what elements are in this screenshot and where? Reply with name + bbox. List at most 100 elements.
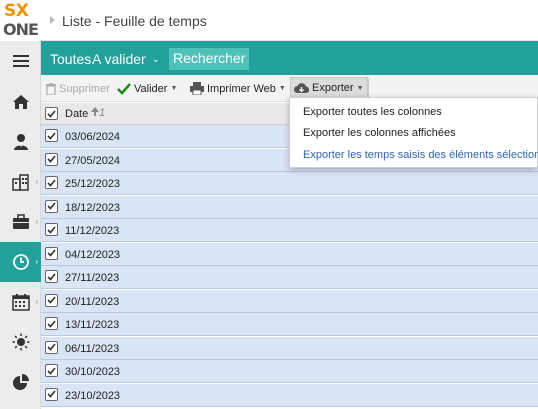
- menu-item-export-selected-times[interactable]: Exporter les temps saisis des éléments s…: [303, 149, 538, 161]
- row-checkbox[interactable]: [45, 199, 58, 213]
- table-row[interactable]: 11/12/2023: [41, 219, 538, 242]
- table-row[interactable]: 04/12/2023: [41, 242, 538, 266]
- sort-asc-indicator[interactable]: 1: [91, 107, 105, 119]
- table-row[interactable]: 18/12/2023: [41, 195, 538, 219]
- row-checkbox[interactable]: [45, 364, 58, 377]
- date-cell: 20/11/2023: [65, 295, 120, 308]
- date-cell: 30/10/2023: [65, 366, 121, 378]
- validate-label: Valider: [134, 82, 168, 95]
- sidebar-menu-toggle[interactable]: [0, 41, 41, 81]
- date-cell: 25/12/2023: [65, 178, 121, 190]
- table-row[interactable]: 25/12/2023: [41, 172, 538, 195]
- select-all-checkbox[interactable]: [45, 107, 58, 120]
- column-header-date[interactable]: Date: [65, 108, 88, 120]
- date-cell: 27/11/2023: [65, 272, 120, 284]
- calendar-icon: [11, 294, 30, 311]
- checkmark-icon: [47, 178, 56, 187]
- row-checkbox[interactable]: [45, 293, 58, 307]
- checkmark-icon: [47, 109, 56, 118]
- checkmark-icon: [47, 225, 56, 234]
- chevron-right-icon: ›: [35, 257, 38, 266]
- toolbar-divider: [368, 79, 369, 98]
- checkmark-icon: [47, 343, 56, 351]
- row-checkbox[interactable]: [45, 387, 58, 401]
- checkmark-icon: [47, 249, 56, 257]
- app-logo[interactable]: SX ONE: [0, 0, 41, 41]
- app-window: SX ONE › › › › Liste - Feuille de temps …: [0, 0, 538, 409]
- row-checkbox[interactable]: [45, 176, 58, 189]
- menu-item-export-displayed-columns[interactable]: Exporter les colonnes affichées: [303, 127, 456, 139]
- sidebar-item-buildings[interactable]: ›: [0, 162, 41, 202]
- sidebar-item-home[interactable]: [0, 82, 41, 122]
- chevron-right-icon: ›: [35, 177, 38, 186]
- logo-text-bottom: ONE: [3, 20, 39, 39]
- home-icon: [12, 95, 29, 109]
- row-checkbox[interactable]: [45, 340, 58, 354]
- export-label: Exporter: [312, 82, 354, 94]
- printer-icon: [190, 82, 204, 95]
- chevron-down-icon: ▼: [170, 85, 178, 92]
- checkmark-icon: [47, 366, 56, 375]
- sidebar-item-weather[interactable]: [0, 322, 41, 362]
- arrow-up-icon: [91, 107, 99, 116]
- checkmark-icon: [47, 319, 56, 328]
- sidebar-item-projects[interactable]: ›: [0, 202, 41, 242]
- date-cell: 06/11/2023: [65, 342, 120, 355]
- sun-icon: [12, 333, 29, 351]
- table-row[interactable]: 06/11/2023: [41, 336, 538, 360]
- checkmark-icon: [47, 296, 56, 304]
- user-icon: [13, 134, 28, 150]
- table-row[interactable]: 27/11/2023: [41, 266, 538, 289]
- check-icon: [117, 82, 131, 95]
- caret-right-icon: [50, 16, 55, 24]
- clock-icon: [12, 254, 29, 270]
- checkmark-icon: [47, 155, 56, 163]
- building-icon: [11, 174, 29, 191]
- filter-all[interactable]: Toutes: [50, 51, 91, 67]
- export-menu: Exporter toutes les colonnes Exporter le…: [289, 97, 538, 168]
- sidebar-item-timesheet[interactable]: ›: [0, 242, 41, 282]
- row-checkbox[interactable]: [45, 152, 58, 166]
- row-checkbox[interactable]: [45, 317, 58, 330]
- sort-order-number: 1: [99, 107, 106, 119]
- date-cell: 23/10/2023: [65, 389, 121, 402]
- table-row[interactable]: 30/10/2023: [41, 360, 538, 383]
- validate-button[interactable]: Valider ▼: [117, 79, 177, 98]
- search-button[interactable]: Rechercher: [169, 48, 250, 70]
- date-cell: 11/12/2023: [65, 225, 120, 237]
- logo-text-top: SX: [4, 1, 29, 21]
- date-cell: 18/12/2023: [65, 201, 121, 214]
- delete-label: Supprimer: [59, 82, 110, 95]
- print-web-button[interactable]: Imprimer Web ▼: [190, 79, 286, 98]
- sidebar-item-reports[interactable]: [0, 362, 41, 402]
- export-button[interactable]: Exporter ▼: [290, 77, 368, 99]
- checkmark-icon: [47, 272, 56, 281]
- title-bar: Liste - Feuille de temps: [41, 0, 538, 41]
- row-checkbox[interactable]: [45, 129, 58, 142]
- chevron-down-icon[interactable]: ⌄: [152, 54, 160, 65]
- row-checkbox[interactable]: [45, 270, 58, 283]
- chevron-down-icon: ▼: [356, 84, 364, 92]
- delete-button[interactable]: Supprimer: [46, 79, 110, 98]
- sidebar-item-calendar[interactable]: ›: [0, 282, 41, 322]
- table-row[interactable]: 23/10/2023: [41, 383, 538, 407]
- checkmark-icon: [47, 390, 56, 398]
- chevron-right-icon: ›: [35, 297, 38, 306]
- filter-bar: Toutes A valider ⌄ Rechercher: [41, 41, 538, 75]
- page-title: Liste - Feuille de temps: [62, 13, 207, 29]
- row-checkbox[interactable]: [45, 223, 58, 236]
- sidebar: › › › ›: [0, 41, 41, 409]
- table-row[interactable]: 20/11/2023: [41, 289, 538, 313]
- date-cell: 13/11/2023: [65, 319, 120, 331]
- chevron-right-icon: ›: [35, 217, 38, 226]
- menu-item-export-all-columns[interactable]: Exporter toutes les colonnes: [303, 106, 442, 118]
- status-select[interactable]: A valider: [92, 51, 146, 67]
- trash-icon: [46, 82, 56, 95]
- print-web-label: Imprimer Web: [207, 82, 276, 95]
- row-checkbox[interactable]: [45, 246, 58, 260]
- sidebar-item-user[interactable]: [0, 122, 41, 162]
- date-cell: 04/12/2023: [65, 248, 121, 261]
- table-row[interactable]: 13/11/2023: [41, 313, 538, 336]
- cloud-download-icon: [294, 83, 309, 93]
- chevron-down-icon: ▼: [278, 85, 286, 92]
